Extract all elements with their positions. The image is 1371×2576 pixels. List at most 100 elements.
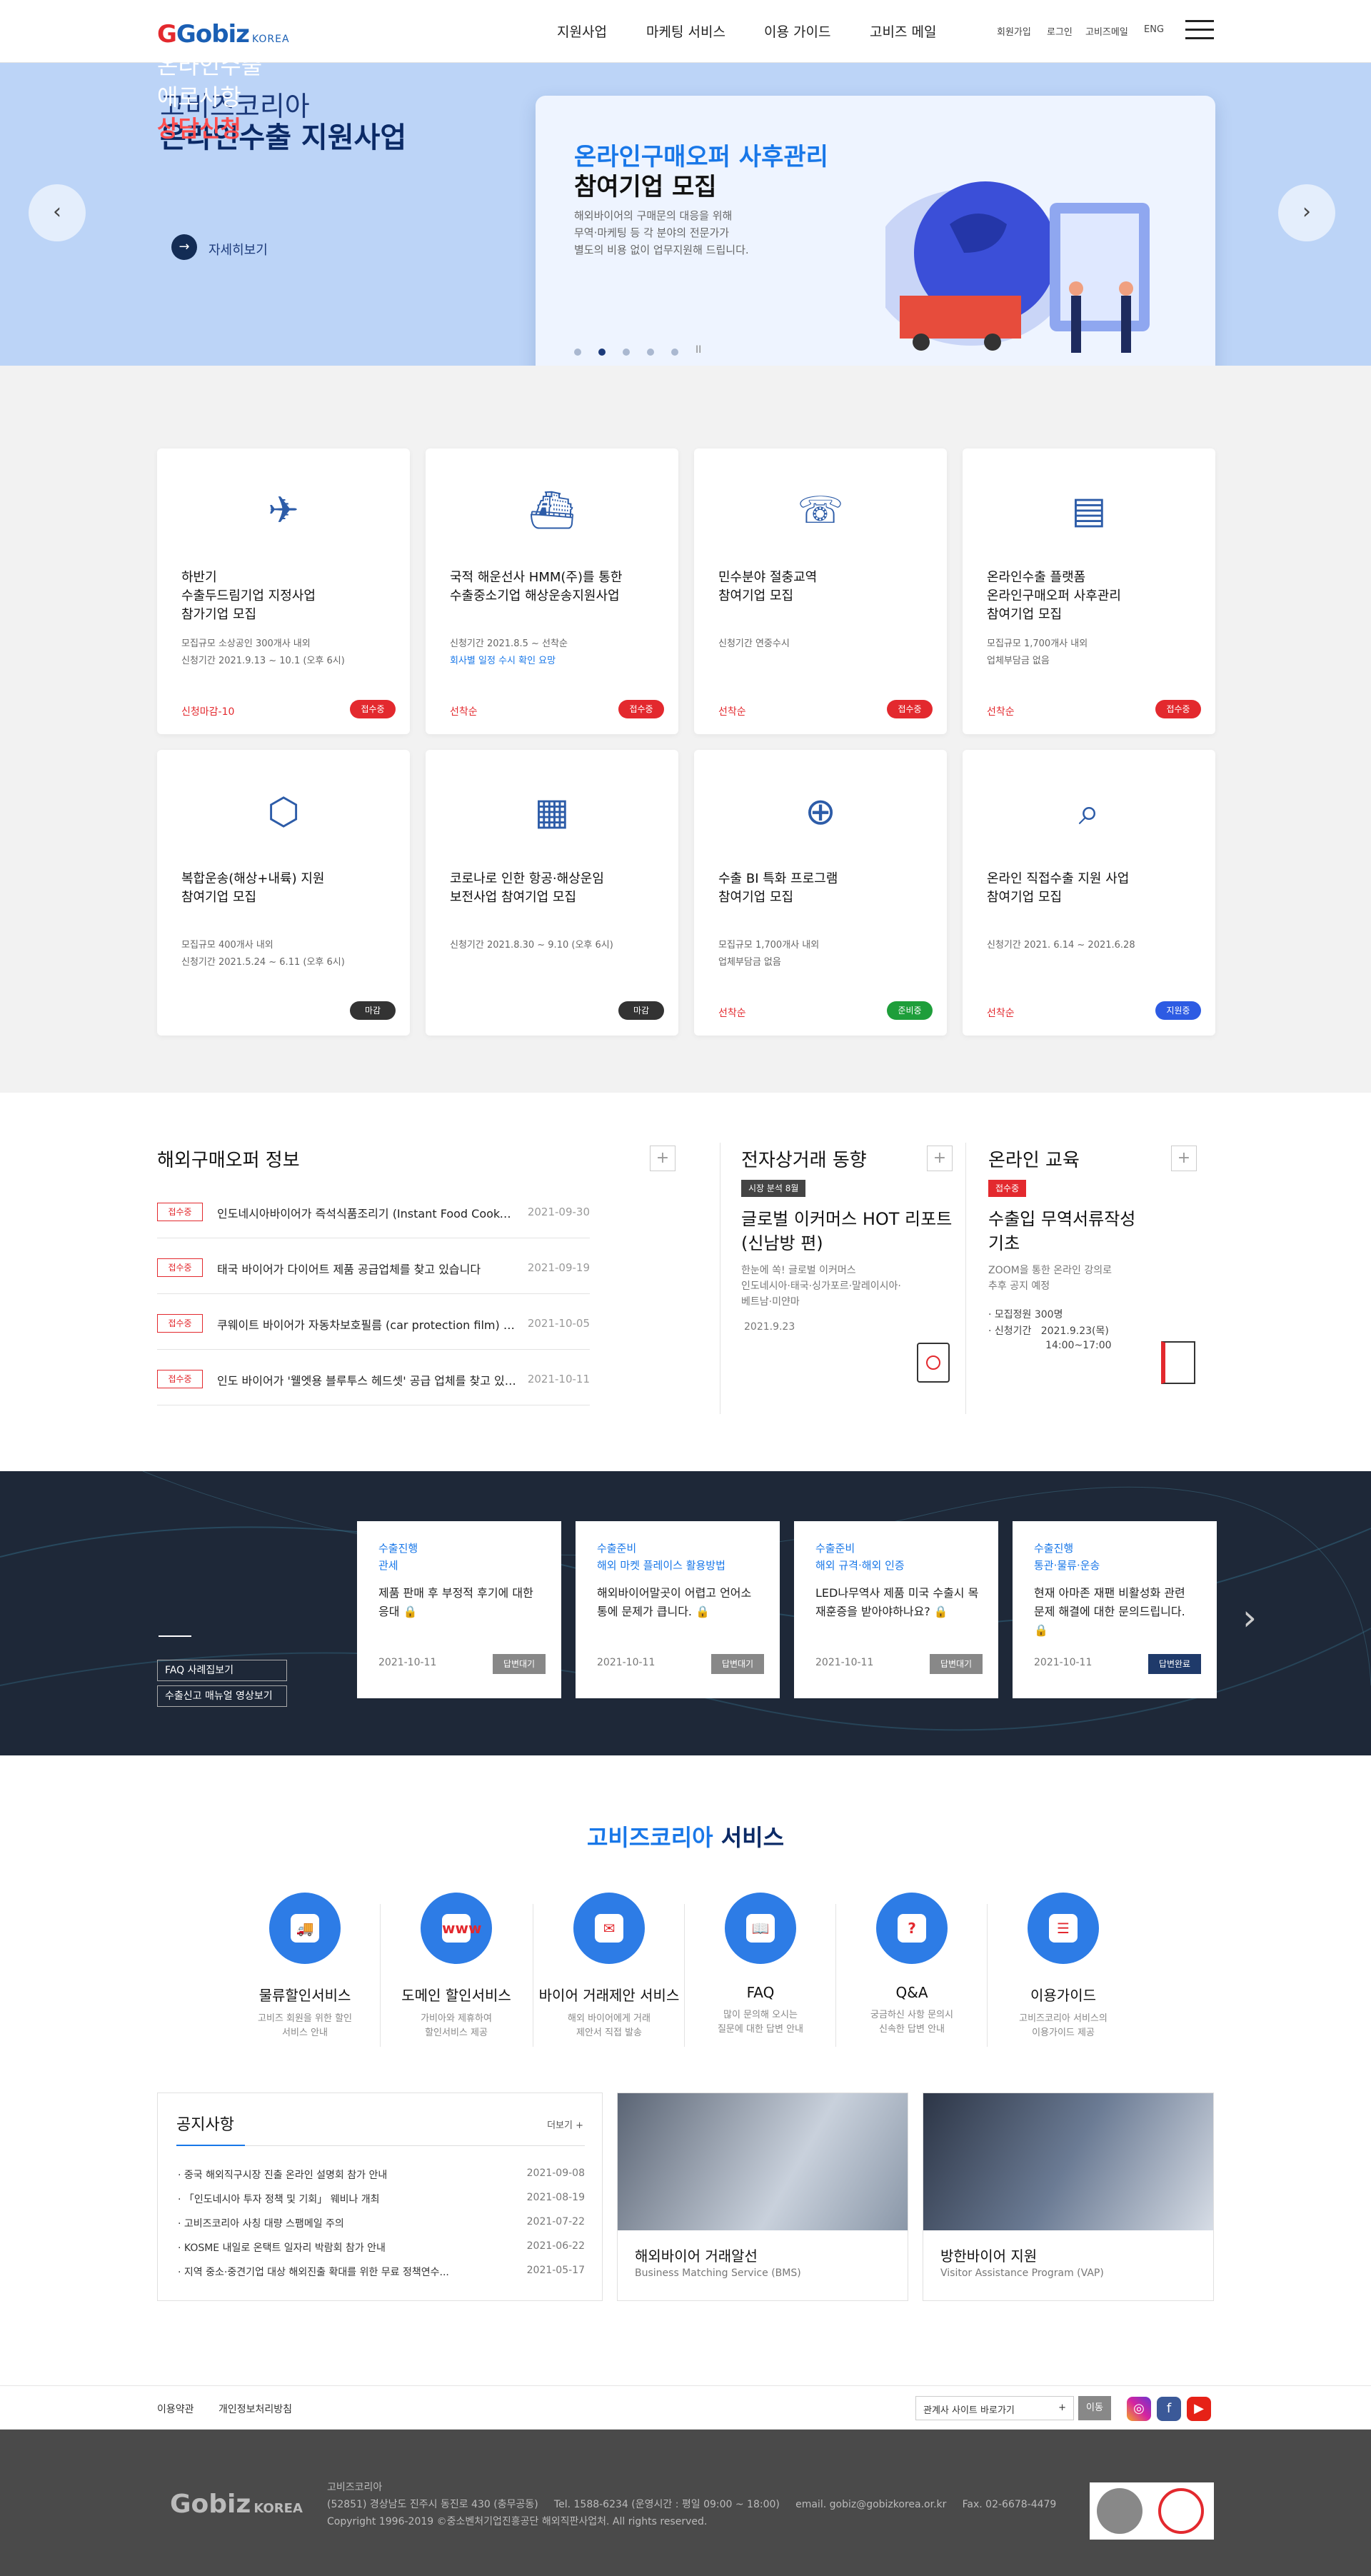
go-button[interactable]: 이동 [1078,2396,1111,2420]
notice-item[interactable]: · 고비즈코리아 사칭 대량 스팸메일 주의 2021-07-22 [178,2216,585,2230]
slide-dot-active[interactable] [598,349,606,356]
vap-card[interactable]: 방한바이어 지원 Visitor Assistance Program (VAP) [923,2093,1214,2301]
business-card[interactable]: ☏ 민수분야 절충교역 참여기업 모집 신청기간 연중수시 선착순 접수중 [694,448,947,734]
youtube-icon[interactable]: ▶ [1187,2397,1211,2421]
answer-status-button[interactable]: 답변대기 [930,1654,983,1674]
business-card[interactable]: ⌕ 온라인 직접수출 지원 사업 참여기업 모집 신청기간 2021. 6.14 ~… [963,750,1215,1036]
ecommerce-headline[interactable]: 글로벌 이커머스 HOT 리포트 (신남방 편) [741,1207,952,1256]
menu-icon[interactable] [1185,20,1214,41]
buyer-offer-text[interactable]: 태국 바이어가 다이어트 제품 공급업체를 찾고 있습니다 [217,1260,517,1277]
status-badge: 접수중 [157,1370,203,1388]
slide-dot[interactable] [623,349,630,356]
status-badge: 지원중 [1155,1001,1201,1020]
terms-link[interactable]: 이용약관 [157,2402,194,2416]
nav-marketing[interactable]: 마케팅 서비스 [646,21,725,41]
nav-gobiz-mail[interactable]: 고비즈 메일 [870,21,936,41]
education-headline[interactable]: 수출입 무역서류작성 기초 [988,1207,1135,1256]
consult-category: 수출진행 관세 [378,1542,418,1572]
consult-card[interactable]: 수출준비 해외 규격·해외 인증 LED나무역사 제품 미국 수출시 목재훈증을 … [794,1521,998,1698]
consult-question[interactable]: LED나무역사 제품 미국 수출시 목재훈증을 받아야하나요? 🔒 [815,1584,980,1621]
login-link[interactable]: 로그인 [1047,24,1073,38]
hero-more-link[interactable]: 자세히보기 [209,240,268,259]
next-slide-button[interactable]: › [1278,184,1335,241]
buyer-offer-text[interactable]: 쿠웨이트 바이어가 자동차보호필름 (car protection film) … [217,1315,517,1333]
consult-date: 2021-10-11 [1034,1657,1093,1668]
buyer-offer-row[interactable]: 접수중 인도네시아바이어가 즉석식품조리기 (Instant Food Cooke… [157,1183,590,1238]
notice-text[interactable]: 지역 중소·중견기업 대상 해외진출 확대를 위한 무료 정책연수... [184,2267,449,2278]
service-desc: 많이 문의해 오시는 질문에 대한 답변 안내 [717,2010,804,2035]
notice-item[interactable]: · KOSME 내일로 온택트 일자리 박람회 참가 안내 2021-06-22 [178,2240,585,2255]
notice-item[interactable]: · 「인도네시아 투자 정책 및 기회」 웨비나 개최 2021-08-19 [178,2192,585,2206]
slide-dot[interactable] [671,349,678,356]
business-card-meta: 모집규모 1,700개사 내외 [718,940,820,951]
nav-support[interactable]: 지원사업 [557,21,607,41]
arrow-right-icon[interactable]: → [171,234,197,260]
business-card[interactable]: ⬡ 복합운송(해상+내륙) 지원 참여기업 모집 모집규모 400개사 내외 신청기간… [157,750,410,1036]
service-item[interactable]: 🚚 물류할인서비스 고비즈 회원을 위한 할인 서비스 안내 [230,1893,380,2040]
mail-link[interactable]: 고비즈메일 [1085,24,1128,38]
buyer-offer-text[interactable]: 인도네시아바이어가 즉석식품조리기 (Instant Food Cooker) … [217,1204,517,1221]
card-description: 해외바이어의 구매문의 대응을 위해 무역·마케팅 등 각 분야의 전문가가 별… [574,209,749,256]
manual-video-button[interactable]: 수출신고 매뉴얼 영상보기 [157,1685,287,1707]
related-sites-select[interactable]: 관계사 사이트 바로가기 + [915,2396,1074,2420]
pause-button[interactable]: II [695,344,701,356]
buyer-offer-row[interactable]: 접수중 태국 바이어가 다이어트 제품 공급업체를 찾고 있습니다 2021-09-… [157,1238,590,1294]
business-card-title: 수출 BI 특화 프로그램 참여기업 모집 [718,871,838,905]
business-card[interactable]: ⊕ 수출 BI 특화 프로그램 참여기업 모집 모집규모 1,700개사 내외 업체부… [694,750,947,1036]
next-arrow-icon[interactable]: › [1242,1597,1257,1638]
faq-casebook-button[interactable]: FAQ 사례집보기 [157,1660,287,1681]
buyer-offer-row[interactable]: 접수중 쿠웨이트 바이어가 자동차보호필름 (car protection fil… [157,1294,590,1350]
signup-link[interactable]: 회원가입 [997,24,1031,38]
notice-text[interactable]: 「인도네시아 투자 정책 및 기회」 웨비나 개최 [184,2194,380,2205]
service-item[interactable]: ☰ 이용가이드 고비즈코리아 서비스의 이용가이드 제공 [988,1893,1138,2040]
notice-item[interactable]: · 지역 중소·중견기업 대상 해외진출 확대를 위한 무료 정책연수... 20… [178,2265,585,2279]
education-more-button[interactable]: + [1171,1146,1197,1171]
notice-more-link[interactable]: 더보기 + [547,2118,583,2131]
nav-guide[interactable]: 이용 가이드 [764,21,830,41]
consult-question[interactable]: 제품 판매 후 부정적 후기에 대한 응대 🔒 [378,1584,543,1621]
answer-status-button[interactable]: 답변완료 [1148,1654,1201,1674]
notice-text[interactable]: KOSME 내일로 온택트 일자리 박람회 참가 안내 [184,2242,386,2254]
business-card[interactable]: ⛴ 국적 해운선사 HMM(주)를 통한 수출중소기업 해상운송지원사업 신청기간 … [426,448,678,734]
business-card[interactable]: ✈ 하반기 수출두드림기업 지정사업 참가기업 모집 모집규모 소상공인 300개사… [157,448,410,734]
consult-question[interactable]: 해외바이어말곳이 어렵고 언어소통에 문제가 큽니다. 🔒 [597,1584,761,1621]
business-card-meta: 모집규모 400개사 내외 [181,940,273,951]
notice-text[interactable]: 고비즈코리아 사칭 대량 스팸메일 주의 [184,2218,344,2230]
service-item[interactable]: 📖 FAQ 많이 문의해 오시는 질문에 대한 답변 안내 [686,1893,835,2037]
business-card[interactable]: ▦ 코로나로 인한 항공·해상운임 보전사업 참여기업 모집 신청기간 2021.8… [426,750,678,1036]
tablet-chart-photo [923,2093,1213,2230]
service-desc: 고비즈코리아 서비스의 이용가이드 제공 [1019,2013,1108,2038]
notice-text[interactable]: 중국 해외직구시장 진출 온라인 설명회 참가 안내 [184,2170,387,2181]
notice-date: 2021-06-22 [526,2240,585,2252]
service-item[interactable]: ? Q&A 궁금하신 사항 문의시 신속한 답변 안내 [837,1893,987,2037]
facebook-icon[interactable]: f [1157,2397,1181,2421]
ecommerce-more-button[interactable]: + [927,1146,953,1171]
prev-slide-button[interactable]: ‹ [29,184,86,241]
consult-card[interactable]: 수출진행 통관·물류·운송 현재 아마존 재팬 비활성화 관련 문제 해결에 대한… [1013,1521,1217,1698]
consult-card[interactable]: 수출진행 관세 제품 판매 후 부정적 후기에 대한 응대 🔒 2021-10-11… [357,1521,561,1698]
consult-card[interactable]: 수출준비 해외 마켓 플레이스 활용방법 해외바이어말곳이 어렵고 언어소통에 문… [576,1521,780,1698]
business-card-meta: 신청기간 연중수시 [718,638,790,649]
bms-card[interactable]: 해외바이어 거래알선 Business Matching Service (BMS… [617,2093,908,2301]
slide-dot[interactable] [647,349,654,356]
answer-status-button[interactable]: 답변대기 [711,1654,764,1674]
answer-status-button[interactable]: 답변대기 [493,1654,546,1674]
service-item[interactable]: www 도메인 할인서비스 가비아와 제휴하여 할인서비스 제공 [381,1893,531,2040]
notice-item[interactable]: · 중국 해외직구시장 진출 온라인 설명회 참가 안내 2021-09-08 [178,2167,585,2182]
business-card-meta: 신청기간 2021.8.5 ~ 선착순 [450,638,568,649]
deadline-label: 선착순 [718,1008,746,1019]
buyer-offer-title: 해외구매오퍼 정보 [157,1150,300,1171]
buyer-offer-text[interactable]: 인도 바이어가 '웰엣용 블루투스 헤드셋' 공급 업체를 찾고 있습니다 [217,1371,517,1388]
instagram-icon[interactable]: ◎ [1127,2397,1151,2421]
business-card-meta: 업체부담금 없음 [718,957,781,968]
site-logo[interactable]: GGobiz KOREA [157,20,290,49]
eng-link[interactable]: ENG [1144,24,1164,35]
buyer-more-button[interactable]: + [650,1146,676,1171]
buyer-offer-row[interactable]: 접수중 인도 바이어가 '웰엣용 블루투스 헤드셋' 공급 업체를 찾고 있습니다… [157,1350,590,1405]
consult-question[interactable]: 현재 아마존 재팬 비활성화 관련 문제 해결에 대한 문의드립니다. 🔒 [1034,1584,1198,1640]
status-badge: 접수중 [988,1180,1027,1197]
slide-dot[interactable] [574,349,581,356]
service-item[interactable]: ✉ 바이어 거래제안 서비스 해외 바이어에게 거래 제안서 직접 발송 [534,1893,684,2040]
privacy-link[interactable]: 개인정보처리방침 [219,2402,292,2416]
business-card[interactable]: ▤ 온라인수출 플랫폼 온라인구매오퍼 사후관리 참여기업 모집 모집규모 1,70… [963,448,1215,734]
